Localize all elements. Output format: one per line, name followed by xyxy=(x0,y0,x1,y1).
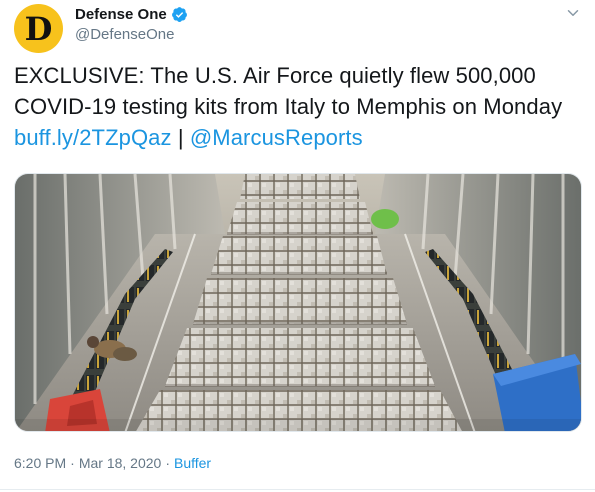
tweet-date[interactable]: Mar 18, 2020 xyxy=(79,455,162,471)
author-avatar[interactable]: D xyxy=(14,4,63,53)
tweet-mention-link[interactable]: @MarcusReports xyxy=(190,125,363,150)
tweet-text-main: EXCLUSIVE: The U.S. Air Force quietly fl… xyxy=(14,63,563,119)
tweet-card: D Defense One @DefenseOne EXCLUSIVE: The… xyxy=(0,0,595,492)
author-name-row: Defense One xyxy=(75,6,188,23)
tweet-separator: | xyxy=(171,125,190,150)
chevron-down-icon[interactable] xyxy=(564,4,582,22)
tweet-short-link[interactable]: buff.ly/2TZpQaz xyxy=(14,125,172,150)
tweet-media-image[interactable] xyxy=(14,173,582,432)
tweet-meta: 6:20 PM · Mar 18, 2020 · Buffer xyxy=(14,455,211,471)
tweet-source-link[interactable]: Buffer xyxy=(174,455,211,471)
tweet-time[interactable]: 6:20 PM xyxy=(14,455,66,471)
author-handle[interactable]: @DefenseOne xyxy=(75,26,174,43)
meta-dot-separator: · xyxy=(165,455,170,471)
avatar-letter: D xyxy=(24,10,53,48)
divider xyxy=(0,489,595,490)
verified-badge-icon xyxy=(171,6,188,23)
cargo-hold-photo xyxy=(15,174,581,431)
meta-dot-separator: · xyxy=(70,455,75,471)
tweet-text: EXCLUSIVE: The U.S. Air Force quietly fl… xyxy=(14,60,584,153)
author-display-name[interactable]: Defense One xyxy=(75,6,167,23)
